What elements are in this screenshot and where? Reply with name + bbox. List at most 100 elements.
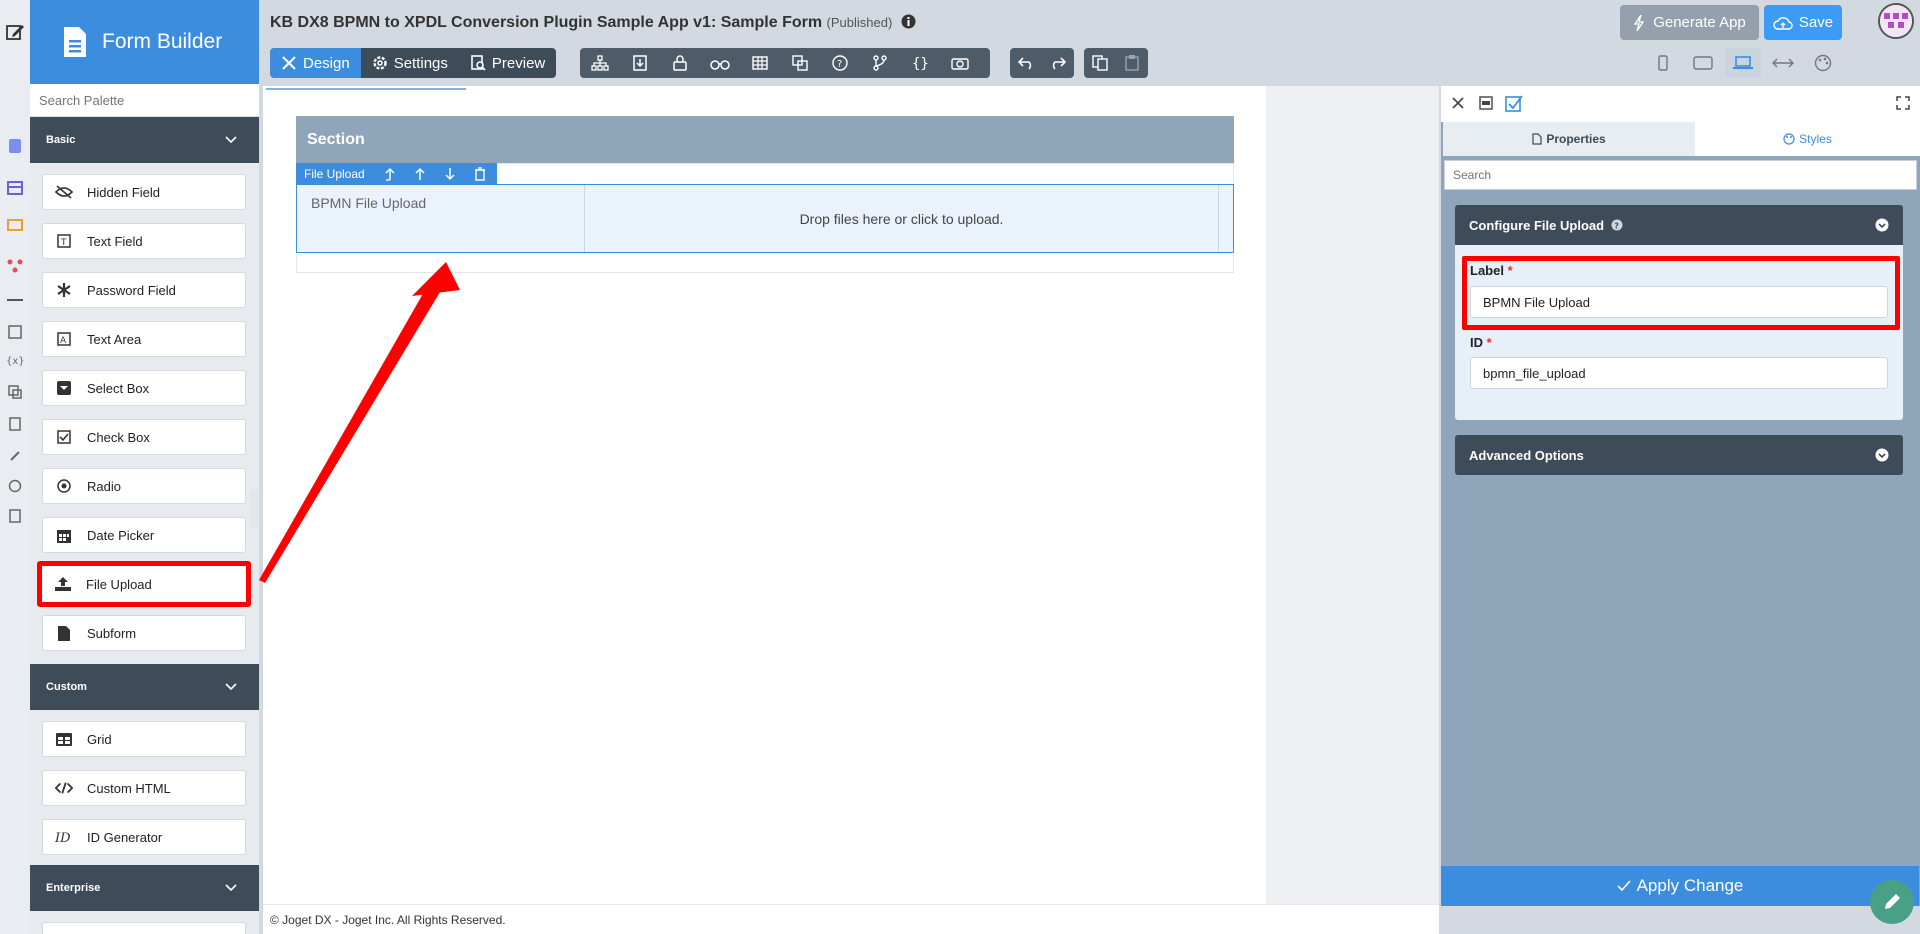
info-icon[interactable]: [901, 14, 916, 29]
branch-icon[interactable]: [860, 48, 900, 78]
laptop-icon[interactable]: [1725, 48, 1761, 78]
palette-item-hidden-field[interactable]: Hidden Field: [42, 174, 246, 210]
page-title: KB DX8 BPMN to XPDL Conversion Plugin Sa…: [270, 14, 916, 32]
note-icon[interactable]: [5, 322, 25, 342]
close-icon[interactable]: [1451, 96, 1465, 110]
table-icon[interactable]: [740, 48, 780, 78]
translate-icon[interactable]: [780, 48, 820, 78]
form-icon[interactable]: [5, 136, 25, 156]
palette-item-label: Grid: [87, 731, 112, 747]
copy-icon[interactable]: [1084, 48, 1116, 78]
import-icon[interactable]: [620, 48, 660, 78]
palette-item-id-generator[interactable]: ID ID Generator: [42, 819, 246, 855]
tab-label: Settings: [393, 54, 448, 72]
expand-width-icon[interactable]: [1765, 48, 1801, 78]
redo-icon[interactable]: [1042, 48, 1074, 78]
mode-tabs: Design Settings Preview: [270, 48, 557, 78]
palette-item-text-area[interactable]: A Text Area: [42, 321, 246, 357]
category-basic[interactable]: Basic: [30, 117, 259, 163]
apply-change-button[interactable]: Apply Change: [1441, 866, 1919, 906]
dashboard-icon[interactable]: [5, 476, 25, 496]
userview-icon[interactable]: [5, 216, 25, 236]
undo-icon[interactable]: [1010, 48, 1042, 78]
check-icon: [1617, 880, 1631, 892]
eye-slash-icon: [55, 183, 73, 201]
section-title: Section: [307, 130, 365, 148]
arrow-down-icon[interactable]: [435, 163, 465, 184]
tab-design[interactable]: Design: [270, 48, 361, 78]
generate-app-button[interactable]: Generate App: [1620, 5, 1759, 40]
tab-settings[interactable]: Settings: [360, 48, 459, 78]
arrow-up-icon[interactable]: [405, 163, 435, 184]
id-icon: ID: [55, 828, 73, 846]
palette-item-date-picker[interactable]: Date Picker: [42, 517, 246, 553]
dropzone[interactable]: Drop files here or click to upload.: [584, 185, 1219, 252]
move-to-parent-icon[interactable]: [375, 163, 405, 184]
tab-styles[interactable]: Styles: [1695, 122, 1920, 156]
edit-icon[interactable]: [5, 22, 25, 42]
palette-item-text-field[interactable]: T Text Field: [42, 223, 246, 259]
datalist-icon[interactable]: [5, 178, 25, 198]
configure-section-header[interactable]: Configure File Upload ?: [1455, 205, 1903, 245]
save-button[interactable]: Save: [1764, 5, 1842, 40]
tab-label: Properties: [1546, 132, 1606, 146]
category-label: Basic: [46, 134, 76, 146]
dropzone-text: Drop files here or click to upload.: [799, 210, 1004, 227]
process-icon[interactable]: [5, 256, 25, 276]
tab-properties[interactable]: Properties: [1443, 122, 1695, 156]
check-square-icon[interactable]: [1505, 94, 1523, 112]
palette-item-file-upload[interactable]: File Upload: [37, 561, 251, 607]
help-icon[interactable]: ?: [820, 48, 860, 78]
lock-icon[interactable]: [660, 48, 700, 78]
clipboard-toolbar: [1084, 48, 1148, 78]
palette-item-password-field[interactable]: Password Field: [42, 272, 246, 308]
palette-color-icon[interactable]: [1805, 48, 1841, 78]
category-enterprise[interactable]: Enterprise: [30, 865, 259, 911]
print-icon[interactable]: [5, 506, 25, 526]
tab-label: Styles: [1799, 132, 1832, 146]
advanced-options-header[interactable]: Advanced Options: [1455, 435, 1903, 475]
palette-item-radio[interactable]: Radio: [42, 468, 246, 504]
palette-item-label: Hidden Field: [87, 184, 160, 200]
tab-preview[interactable]: Preview: [458, 48, 557, 78]
divider-icon: [5, 290, 25, 310]
palette-search-input[interactable]: [30, 84, 259, 117]
palette-item-custom-html[interactable]: Custom HTML: [42, 770, 246, 806]
tools-toolbar: ? {}: [580, 48, 990, 78]
footer: © Joget DX - Joget Inc. All Rights Reser…: [263, 904, 1439, 934]
plugin-icon[interactable]: [5, 446, 25, 466]
camera-icon[interactable]: [940, 48, 980, 78]
category-custom[interactable]: Custom: [30, 664, 259, 710]
section-header[interactable]: Section: [296, 116, 1234, 163]
palette-item-check-box[interactable]: Check Box: [42, 419, 246, 455]
id-input[interactable]: [1470, 357, 1888, 389]
trash-icon[interactable]: [465, 163, 495, 184]
binoculars-icon[interactable]: [700, 48, 740, 78]
mobile-icon[interactable]: [1645, 48, 1681, 78]
form-title: KB DX8 BPMN to XPDL Conversion Plugin Sa…: [270, 14, 823, 31]
variable-icon[interactable]: {x}: [5, 350, 25, 370]
palette-item-partial[interactable]: [42, 922, 246, 934]
tablet-icon[interactable]: [1685, 48, 1721, 78]
braces-icon[interactable]: {}: [900, 48, 940, 78]
configure-title: Configure File Upload: [1469, 217, 1605, 233]
element-settings-icon[interactable]: [1479, 96, 1493, 110]
help-icon[interactable]: ?: [1611, 219, 1623, 231]
resources-icon[interactable]: [5, 382, 25, 402]
fullscreen-icon[interactable]: [1896, 96, 1910, 110]
document-icon[interactable]: [5, 414, 25, 434]
file-icon: [1532, 133, 1542, 145]
avatar[interactable]: [1878, 3, 1914, 39]
pencil-icon[interactable]: [1870, 880, 1914, 924]
svg-text:A: A: [60, 336, 67, 346]
panel-toolbar: [1441, 86, 1920, 122]
text-field-icon: T: [55, 232, 73, 250]
palette-item-select-box[interactable]: Select Box: [42, 370, 246, 406]
palette-item-grid[interactable]: Grid: [42, 721, 246, 757]
tree-icon[interactable]: [580, 48, 620, 78]
paste-icon[interactable]: [1116, 48, 1148, 78]
chevron-down-icon: [1875, 218, 1889, 232]
generate-app-label: Generate App: [1653, 14, 1746, 31]
properties-search-input[interactable]: [1444, 160, 1917, 190]
palette-item-subform[interactable]: Subform: [42, 615, 246, 651]
